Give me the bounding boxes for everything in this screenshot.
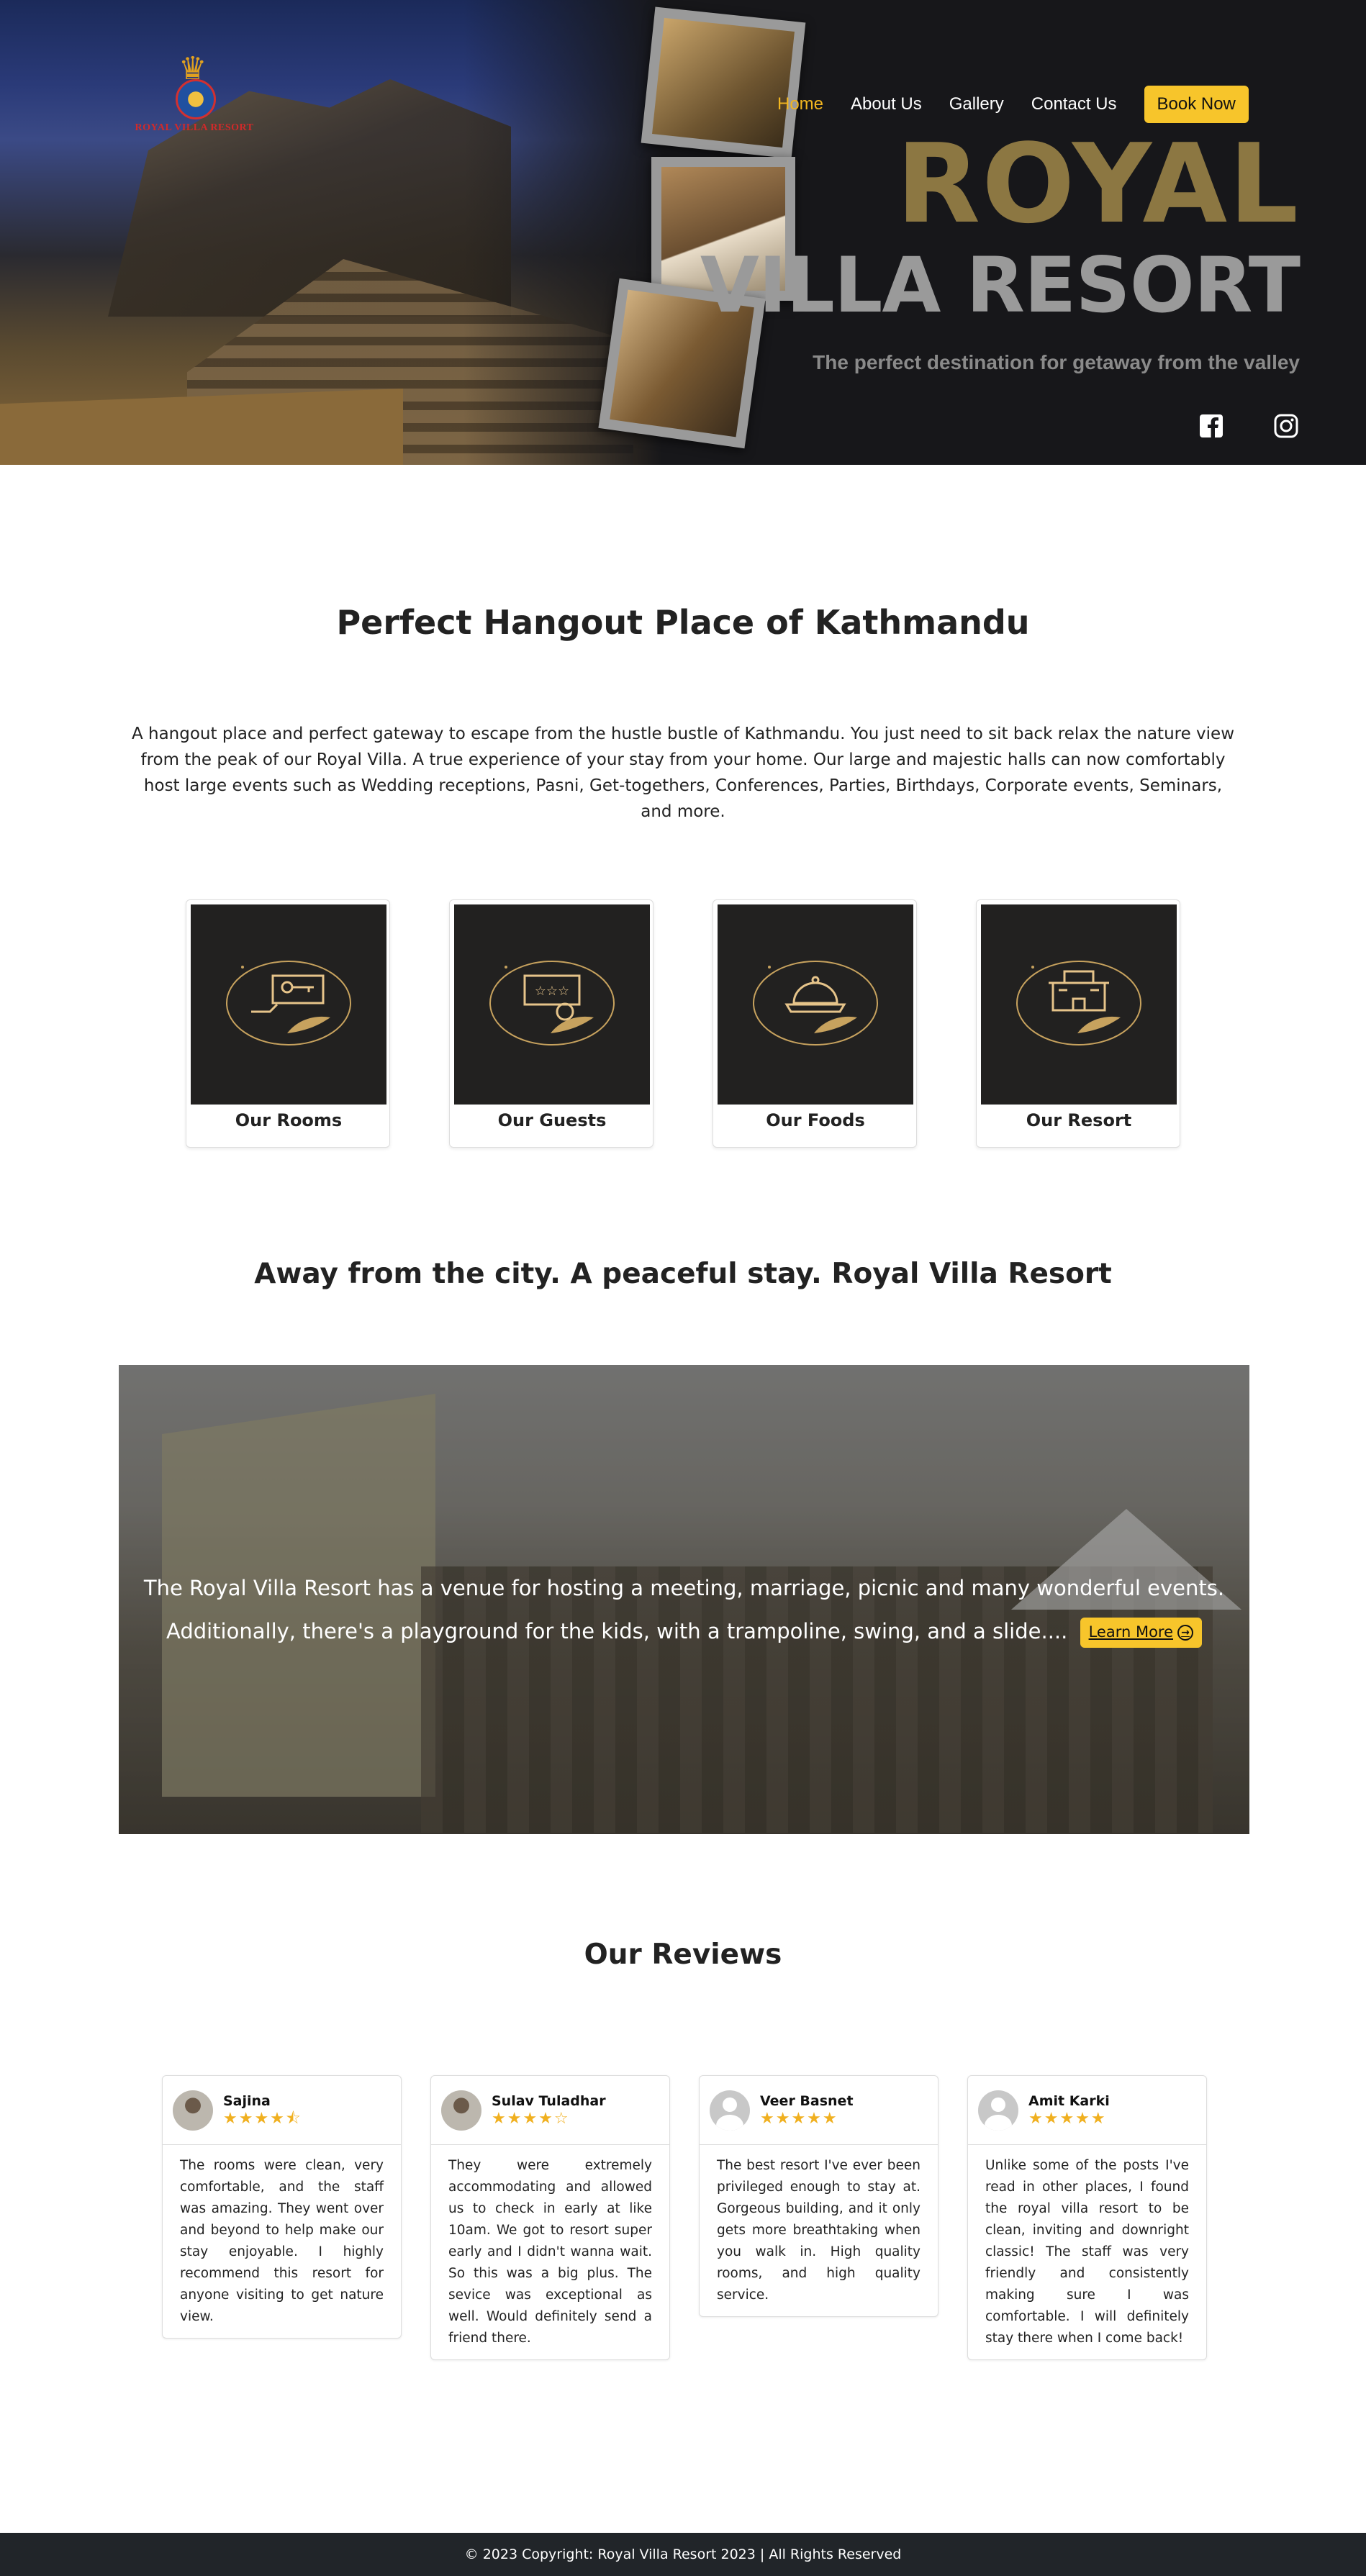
reviewer-name: Veer Basnet xyxy=(760,2092,854,2109)
feature-label: Our Resort xyxy=(1026,1110,1132,1130)
review-card: Veer Basnet ★★★★★ The best resort I've e… xyxy=(699,2075,938,2317)
feature-cards: Our Rooms ☆☆☆ Our Guests Our Foods Our R… xyxy=(186,899,1180,1148)
intro-text: A hangout place and perfect gateway to e… xyxy=(131,725,1235,821)
feature-card-resort[interactable]: Our Resort xyxy=(976,899,1180,1148)
resort-building-icon xyxy=(981,904,1177,1105)
learn-more-button[interactable]: Learn More → xyxy=(1080,1618,1203,1648)
feature-card-foods[interactable]: Our Foods xyxy=(713,899,917,1148)
nav-home[interactable]: Home xyxy=(777,94,823,114)
hero-subtitle: The perfect destination for getaway from… xyxy=(813,351,1300,373)
book-now-button[interactable]: Book Now xyxy=(1144,86,1249,123)
resort-logo[interactable]: ♛ ROYAL VILLA RESORT xyxy=(122,53,266,147)
nav-gallery[interactable]: Gallery xyxy=(949,94,1004,114)
room-key-icon xyxy=(191,904,386,1105)
svg-text:☆☆☆: ☆☆☆ xyxy=(535,984,569,999)
feature-card-guests[interactable]: ☆☆☆ Our Guests xyxy=(449,899,653,1148)
avatar xyxy=(710,2090,750,2131)
venue-banner: The Royal Villa Resort has a venue for h… xyxy=(119,1365,1249,1834)
learn-more-label: Learn More xyxy=(1088,1623,1174,1641)
reviews-heading: Our Reviews xyxy=(584,1938,782,1971)
arrow-right-circle-icon: → xyxy=(1177,1625,1194,1641)
logo-text: ROYAL VILLA RESORT xyxy=(135,122,254,133)
facebook-icon[interactable] xyxy=(1198,412,1225,440)
avatar xyxy=(441,2090,481,2131)
feature-label: Our Foods xyxy=(766,1110,865,1130)
star-rating: ★★★★★ xyxy=(1028,2108,1107,2127)
reviewer-name: Sulav Tuladhar xyxy=(492,2092,606,2109)
review-card: Sulav Tuladhar ★★★★☆ They were extremely… xyxy=(430,2075,670,2360)
star-rating: ★★★★☆ xyxy=(492,2108,570,2127)
copyright-text: © 2023 Copyright: Royal Villa Resort 202… xyxy=(464,2546,902,2562)
peaceful-heading: Away from the city. A peaceful stay. Roy… xyxy=(254,1258,1112,1290)
main-nav: Home About Us Gallery Contact Us Book No… xyxy=(777,85,1249,124)
feature-label: Our Guests xyxy=(497,1110,607,1130)
review-text: The best resort I've ever been privilege… xyxy=(717,2158,921,2303)
star-rating: ★★★★★ xyxy=(760,2108,838,2127)
review-text: Unlike some of the posts I've read in ot… xyxy=(985,2158,1189,2346)
reviews-list: Sajina ★★★★⯪ The rooms were clean, very … xyxy=(162,2075,1207,2360)
hero-section: ♛ ROYAL VILLA RESORT Home About Us Galle… xyxy=(0,0,1366,465)
footer: © 2023 Copyright: Royal Villa Resort 202… xyxy=(0,2533,1366,2576)
feature-label: Our Rooms xyxy=(235,1110,343,1130)
hero-title-royal: ROYAL xyxy=(896,120,1300,248)
review-card: Sajina ★★★★⯪ The rooms were clean, very … xyxy=(162,2075,402,2339)
nav-contact-us[interactable]: Contact Us xyxy=(1031,94,1117,114)
venue-description: The Royal Villa Resort has a venue for h… xyxy=(133,1566,1235,1653)
venue-text: The Royal Villa Resort has a venue for h… xyxy=(143,1576,1225,1643)
avatar xyxy=(978,2090,1018,2131)
review-text: The rooms were clean, very comfortable, … xyxy=(180,2158,384,2324)
avatar xyxy=(173,2090,213,2131)
reviewer-name: Sajina xyxy=(223,2092,271,2109)
hero-background-photo xyxy=(0,0,662,465)
nav-about-us[interactable]: About Us xyxy=(851,94,922,114)
reviewer-name: Amit Karki xyxy=(1028,2092,1110,2109)
review-text: They were extremely accommodating and al… xyxy=(448,2158,652,2346)
review-card: Amit Karki ★★★★★ Unlike some of the post… xyxy=(967,2075,1207,2360)
feature-card-rooms[interactable]: Our Rooms xyxy=(186,899,390,1148)
logo-emblem xyxy=(176,79,216,119)
intro-heading: Perfect Hangout Place of Kathmandu xyxy=(336,603,1030,642)
hero-photo-frame-1 xyxy=(641,6,806,159)
instagram-icon[interactable] xyxy=(1272,412,1300,440)
star-rating: ★★★★⯪ xyxy=(223,2108,302,2127)
food-cloche-icon xyxy=(718,904,913,1105)
guest-rating-icon: ☆☆☆ xyxy=(454,904,650,1105)
hero-title-villa-resort: VILLA RESORT xyxy=(700,241,1301,330)
